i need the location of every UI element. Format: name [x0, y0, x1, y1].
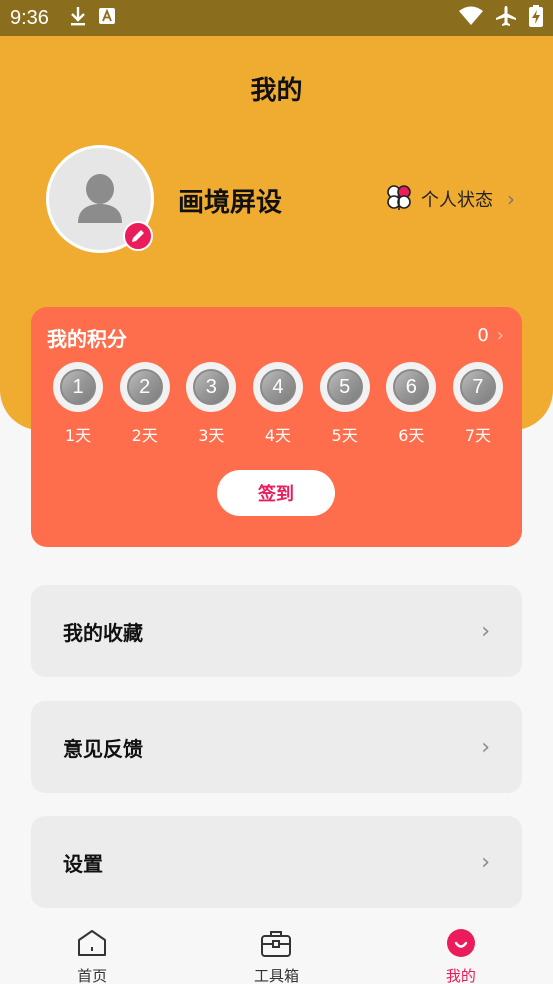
points-card: 我的积分 0 › 1 1天 2 2天 3 3天 4 4天 5 5天 6 6天 7…: [31, 307, 522, 547]
personal-status-label: 个人状态: [421, 190, 493, 211]
nav-home[interactable]: 首页: [0, 922, 184, 984]
menu-item-label: 设置: [63, 851, 103, 876]
airplane-mode-icon: [495, 5, 517, 31]
nav-toolbox[interactable]: 工具箱: [184, 922, 368, 984]
chevron-right-icon: ›: [507, 187, 515, 211]
status-time: 9:36: [10, 6, 49, 29]
wifi-icon: [459, 6, 483, 30]
points-value-link[interactable]: 0 ›: [477, 325, 504, 346]
coin-icon: 7: [452, 362, 503, 412]
day-label: 3天: [198, 426, 225, 445]
menu-item-settings[interactable]: 设置 ›: [31, 816, 522, 908]
checkin-day: 7 7天: [452, 362, 503, 446]
day-label: 2天: [131, 426, 158, 445]
page-title: 我的: [250, 76, 303, 106]
coin-icon: 1: [53, 362, 103, 412]
day-label: 1天: [64, 426, 92, 445]
bottom-nav: 首页 工具箱 我的: [0, 922, 553, 984]
nav-profile[interactable]: 我的: [369, 922, 553, 984]
checkin-day: 5 5天: [319, 362, 370, 446]
username: 画境屏设: [178, 188, 283, 218]
checkin-day: 4 4天: [252, 362, 303, 446]
home-icon: [76, 928, 108, 962]
download-icon: [69, 6, 87, 30]
menu-item-label: 我的收藏: [63, 620, 143, 645]
checkin-day: 6 6天: [386, 362, 437, 446]
edit-avatar-button[interactable]: [123, 221, 153, 251]
user-silhouette-icon: [78, 174, 122, 223]
screen: 9:36 我的 画境屏设 个人状态 › 我的积分 0 › 1 1天 2 2天 3…: [0, 0, 553, 984]
day-label: 7天: [464, 426, 492, 445]
coin-icon: 2: [119, 362, 170, 412]
coin-icon: 3: [186, 362, 237, 412]
sign-in-button[interactable]: 签到: [217, 470, 335, 516]
personal-status-link[interactable]: 个人状态 ›: [385, 184, 515, 214]
menu-item-feedback[interactable]: 意见反馈 ›: [31, 701, 522, 793]
coin-icon: 4: [252, 362, 303, 412]
nav-label: 工具箱: [253, 967, 299, 984]
clover-icon: [385, 183, 413, 216]
coin-icon: 6: [386, 362, 437, 412]
checkin-day: 1 1天: [53, 362, 103, 446]
coin-icon: 5: [319, 362, 370, 412]
day-label: 4天: [264, 426, 292, 445]
chevron-right-icon: ›: [481, 734, 490, 760]
profile-icon: [445, 928, 477, 962]
points-value: 0: [477, 325, 489, 346]
pencil-icon: [132, 230, 144, 242]
chevron-right-icon: ›: [481, 849, 490, 875]
day-label: 5天: [331, 426, 358, 445]
battery-charging-icon: [529, 5, 543, 31]
chevron-right-icon: ›: [496, 325, 504, 346]
font-app-icon: [98, 8, 115, 28]
chevron-right-icon: ›: [481, 618, 490, 644]
nav-label: 我的: [445, 967, 476, 984]
nav-label: 首页: [77, 967, 108, 984]
menu-item-favorites[interactable]: 我的收藏 ›: [31, 585, 522, 677]
toolbox-icon: [260, 928, 292, 962]
checkin-day: 3 3天: [186, 362, 237, 446]
status-bar: 9:36: [0, 0, 553, 36]
day-label: 6天: [398, 426, 425, 445]
points-title: 我的积分: [47, 327, 127, 351]
checkin-day: 2 2天: [119, 362, 170, 446]
checkin-days: 1 1天 2 2天 3 3天 4 4天 5 5天 6 6天 7 7天: [53, 362, 503, 446]
menu-item-label: 意见反馈: [63, 736, 143, 761]
